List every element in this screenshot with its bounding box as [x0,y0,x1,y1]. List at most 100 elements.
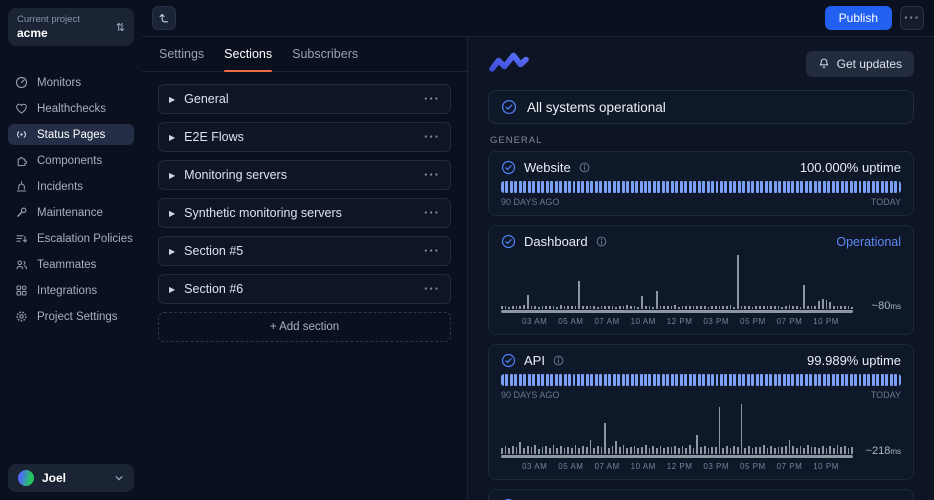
uptime-day-bar [756,374,759,386]
response-bar [811,306,813,309]
uptime-day-bar [613,374,616,386]
response-bar [652,307,654,309]
uptime-day-bar [854,374,857,386]
response-bar [501,448,503,454]
tab-subscribers[interactable]: Subscribers [292,37,358,71]
user-menu[interactable]: Joel [8,464,134,492]
uptime-day-bar [604,374,607,386]
info-icon[interactable] [553,355,564,366]
uptime-day-bar [644,374,647,386]
response-bar [586,447,588,454]
section-row-general[interactable]: ▶ General ··· [158,84,451,114]
uptime-day-bar [872,374,875,386]
tab-settings[interactable]: Settings [159,37,204,71]
uptime-day-bar [742,181,745,193]
tab-sections[interactable]: Sections [224,37,272,71]
uptime-day-bar [778,374,781,386]
more-options-button[interactable]: ··· [900,6,924,30]
publish-button[interactable]: Publish [825,6,892,30]
uptime-day-bar [595,181,598,193]
uptime-day-bar [581,181,584,193]
response-bar [730,448,732,454]
response-bar [623,306,625,309]
uptime-day-bar [818,374,821,386]
section-row-synthetic-monitoring-servers[interactable]: ▶ Synthetic monitoring servers ··· [158,198,451,228]
response-bar [556,448,558,454]
sidebar-item-integrations[interactable]: Integrations [8,280,134,301]
get-updates-button[interactable]: Get updates [806,51,914,77]
response-bar [752,448,754,454]
section-row-section-6[interactable]: ▶ Section #6 ··· [158,274,451,304]
sidebar-item-maintenance[interactable]: Maintenance [8,202,134,223]
uptime-day-bar [631,181,634,193]
response-bar [667,306,669,309]
x-axis-tick-label: 07 AM [594,462,619,471]
response-bar [708,307,710,309]
uptime-day-bar [564,374,567,386]
uptime-day-bar [702,181,705,193]
uptime-day-bar [809,181,812,193]
section-row-monitoring-servers[interactable]: ▶ Monitoring servers ··· [158,160,451,190]
uptime-day-bar [742,374,745,386]
response-bar [671,306,673,309]
sidebar-item-monitors[interactable]: Monitors [8,72,134,93]
uptime-day-bar [568,374,571,386]
maintenance-icon [15,206,28,219]
response-bar [759,447,761,454]
uptime-day-bar [769,374,772,386]
response-bar [578,448,580,454]
sidebar-item-project-settings[interactable]: Project Settings [8,306,134,327]
sidebar-item-healthchecks[interactable]: Healthchecks [8,98,134,119]
section-row-e2e-flows[interactable]: ▶ E2E Flows ··· [158,122,451,152]
sidebar-item-incidents[interactable]: Incidents [8,176,134,197]
uptime-day-bar [640,374,643,386]
uptime-day-bar [541,374,544,386]
info-icon[interactable] [596,236,607,247]
response-bar [553,445,555,454]
response-bar [781,307,783,309]
uptime-day-bar [613,181,616,193]
uptime-day-bar [631,374,634,386]
add-section-button[interactable]: + Add section [158,312,451,342]
response-bar [770,306,772,309]
uptime-day-bar [783,374,786,386]
topbar: Publish ··· [142,0,934,37]
response-bar [652,446,654,454]
uptime-day-bar [751,181,754,193]
sidebar-item-components[interactable]: Components [8,150,134,171]
x-axis-tick-label: 03 AM [522,462,547,471]
sidebar-item-status-pages[interactable]: Status Pages [8,124,134,145]
uptime-day-bar [675,181,678,193]
response-bar [612,306,614,309]
uptime-day-bar [546,181,549,193]
uptime-day-bar [716,374,719,386]
back-button[interactable] [152,6,176,30]
uptime-day-bar [894,181,897,193]
uptime-day-bar [818,181,821,193]
info-icon[interactable] [579,162,590,173]
response-bar [689,445,691,454]
section-row-section-5[interactable]: ▶ Section #5 ··· [158,236,451,266]
sidebar-item-escalation-policies[interactable]: Escalation Policies [8,228,134,249]
sidebar-item-teammates[interactable]: Teammates [8,254,134,275]
response-bar [531,447,533,454]
response-bar [545,306,547,309]
response-bar [752,307,754,309]
response-bar [840,306,842,309]
project-switcher[interactable]: Current project acme ⇅ [8,8,134,46]
integrations-icon [15,284,28,297]
x-axis-tick-label: 07 AM [594,317,619,326]
service-card-dashboard: Dashboard Operational 03 AM05 AM07 AM10 … [488,225,914,335]
uptime-day-bar [859,374,862,386]
response-bar [623,445,625,454]
sidebar-nav: Monitors Healthchecks Status Pages Compo… [8,72,134,327]
uptime-day-bar [733,181,736,193]
check-circle-icon [501,160,516,175]
response-bar [829,302,831,309]
response-bar [590,440,592,454]
service-name: API [524,353,545,368]
chart-x-labels: 03 AM05 AM07 AM10 AM12 PM03 PM05 PM07 PM… [501,317,853,326]
uptime-day-bar [622,181,625,193]
response-bar [829,446,831,454]
response-bar [848,306,850,309]
